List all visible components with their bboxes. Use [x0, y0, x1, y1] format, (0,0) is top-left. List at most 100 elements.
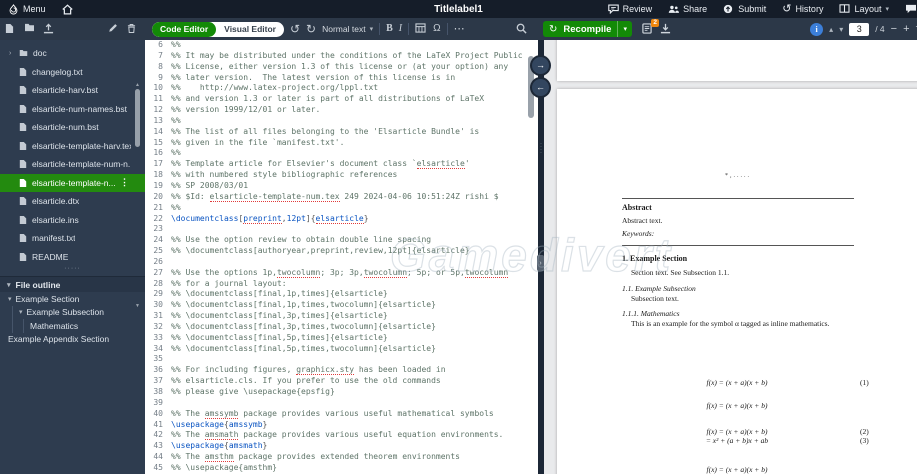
chevron-down-icon[interactable]: ▾ [8, 295, 12, 303]
code-line[interactable]: 30 %% \documentclass[final,1p,times,twoco… [145, 300, 538, 311]
divider-chevron-icon[interactable]: › [537, 255, 544, 271]
code-line[interactable]: 15 %% given in the file `manifest.txt'. [145, 138, 538, 149]
menu-button[interactable]: Menu [0, 0, 54, 18]
code-line[interactable]: 9 %% later version. The latest version of… [145, 73, 538, 84]
code-line[interactable]: 22 \documentclass[preprint,12pt]{elsartic… [145, 213, 538, 225]
submit-button[interactable]: Submit [715, 0, 774, 18]
expand-pdf-button[interactable]: → [532, 57, 549, 74]
file-menu-kebab-icon[interactable]: ⋮ [120, 177, 129, 188]
code-line[interactable]: 44%% The amsthm package provides extende… [145, 452, 538, 463]
review-button[interactable]: Review [600, 0, 661, 18]
code-line[interactable]: 8 %% License, either version 1.3 of this … [145, 62, 538, 73]
rename-pencil-button[interactable] [108, 23, 120, 35]
new-folder-button[interactable] [24, 23, 36, 35]
scroll-up-icon[interactable]: ▲ [135, 82, 140, 88]
code-line[interactable]: 27%% Use the options 1p,twocolumn; 3p; 3… [145, 267, 538, 279]
file-tree-item[interactable]: elsarticle-template-num-n... [0, 155, 145, 174]
code-line[interactable]: 37 %% elsarticle.cls. If you prefer to us… [145, 376, 538, 387]
file-tree-scrollbar[interactable] [135, 89, 140, 147]
outline-item[interactable]: Mathematics [0, 319, 145, 333]
next-page-button[interactable]: ▾ [839, 25, 843, 34]
code-line[interactable]: 25 %% \documentclass[authoryear,preprint,… [145, 246, 538, 257]
file-tree-item[interactable]: elsarticle-harv.bst [0, 81, 145, 100]
code-line[interactable]: 13%% [145, 116, 538, 127]
history-button[interactable]: ↺ History [774, 0, 831, 18]
code-line[interactable]: 10 %% http://www.latex-project.org/lppl.t… [145, 83, 538, 94]
code-line[interactable]: 24 %% Use the option review to obtain dou… [145, 235, 538, 246]
code-line[interactable]: 17 %% Template article for Elsevier's doc… [145, 159, 538, 170]
redo-button[interactable]: ↻ [306, 23, 316, 35]
new-file-button[interactable] [5, 23, 17, 35]
code-line[interactable]: 38 %% please give \usepackage{epsfig} [145, 387, 538, 398]
page-number-input[interactable] [849, 22, 870, 36]
code-line[interactable]: 43 \usepackage{amsmath} [145, 441, 538, 452]
code-line[interactable]: 45 %% \usepackage{amsthm} [145, 463, 538, 474]
code-line[interactable]: 31 %% \documentclass[final,3p,times]{elsa… [145, 311, 538, 322]
code-line[interactable]: 18 %% with numbered style bibliographic r… [145, 170, 538, 181]
italic-button[interactable]: I [399, 24, 402, 34]
file-tree-item[interactable]: manifest.txt [0, 229, 145, 248]
code-line[interactable]: 23 [145, 224, 538, 235]
previous-page-button[interactable]: ▴ [829, 25, 833, 34]
outline-item[interactable]: ▾ Example Subsection [0, 305, 145, 319]
code-line[interactable]: 21%% [145, 203, 538, 214]
code-line[interactable]: 39 [145, 398, 538, 409]
editor-mode-toggle[interactable]: Code Editor Visual Editor [152, 21, 284, 37]
code-line[interactable]: 29 %% \documentclass[final,1p,times]{elsa… [145, 289, 538, 300]
code-line[interactable]: 6%% [145, 40, 538, 51]
file-tree-item[interactable]: › doc [0, 44, 145, 63]
search-icon[interactable] [516, 23, 528, 35]
code-line[interactable]: 36%% For including figures, graphicx.sty… [145, 365, 538, 376]
code-line[interactable]: 7 %% It may be distributed under the cond… [145, 51, 538, 62]
code-editor[interactable]: 6%% 7%% It may be distributed under the c… [145, 40, 538, 474]
undo-button[interactable]: ↺ [290, 23, 300, 35]
file-tree-item[interactable]: elsarticle.ins [0, 211, 145, 230]
share-button[interactable]: Share [660, 0, 715, 18]
bold-button[interactable]: B [386, 24, 393, 34]
more-tools-button[interactable]: ⋯ [454, 23, 465, 35]
code-line[interactable]: 16%% [145, 148, 538, 159]
divider-drag-dots[interactable]: · · · · [539, 141, 543, 156]
code-line[interactable]: 20%% $Id: elsarticle-template-num.tex 24… [145, 191, 538, 203]
code-line[interactable]: 12 %% version 1999/12/01 or later. [145, 105, 538, 116]
file-tree-item[interactable]: elsarticle.dtx [0, 192, 145, 211]
code-line[interactable]: 28 %% for a journal layout: [145, 279, 538, 290]
outline-item[interactable]: Example Appendix Section [0, 333, 145, 347]
chevron-right-icon[interactable]: › [9, 50, 14, 57]
home-button[interactable] [54, 0, 81, 18]
pdf-preview-pane[interactable]: *,..... Abstract Abstract text. Keywords… [544, 40, 917, 474]
chevron-down-icon[interactable]: ▾ [19, 308, 23, 316]
chat-button[interactable] [897, 0, 917, 18]
info-icon[interactable]: i [810, 22, 824, 36]
code-line[interactable]: 42%% The amsmath package provides variou… [145, 430, 538, 441]
file-tree-item[interactable]: elsarticle-template-harv.tex [0, 137, 145, 156]
outline-item[interactable]: ▾ Example Section [0, 292, 145, 306]
paragraph-style-dropdown[interactable]: Normal text ▾ [322, 24, 373, 34]
code-line[interactable]: 34 %% \documentclass[final,5p,times,twoco… [145, 344, 538, 355]
download-pdf-button[interactable] [660, 23, 672, 35]
code-line[interactable]: 33 %% \documentclass[final,5p,times]{elsa… [145, 333, 538, 344]
zoom-out-button[interactable]: − [891, 23, 897, 35]
file-outline-header[interactable]: ▾ File outline [0, 276, 145, 292]
outline-resize-handle[interactable]: ····· [0, 265, 145, 276]
delete-trash-button[interactable] [127, 23, 139, 35]
code-line[interactable]: 32 %% \documentclass[final,3p,times,twoco… [145, 322, 538, 333]
code-line[interactable]: 26 [145, 257, 538, 268]
file-tree-item[interactable]: README [0, 248, 145, 267]
file-tree-item[interactable]: changelog.txt [0, 63, 145, 82]
logs-button[interactable]: 2 [642, 19, 659, 35]
insert-table-button[interactable] [415, 23, 427, 35]
recompile-button[interactable]: ↻ Recompile ▾ [543, 21, 632, 37]
code-line[interactable]: 35 [145, 354, 538, 365]
code-line[interactable]: 14 %% The list of all files belonging to … [145, 127, 538, 138]
insert-symbol-button[interactable]: Ω [433, 24, 440, 34]
file-tree-item[interactable]: elsarticle-template-n... ⋮ [0, 173, 145, 192]
code-editor-tab[interactable]: Code Editor [152, 21, 217, 37]
code-line[interactable]: 19 %% SP 2008/03/01 [145, 181, 538, 192]
expand-editor-button[interactable]: ← [532, 79, 549, 96]
upload-button[interactable] [43, 23, 55, 35]
file-tree-item[interactable]: elsarticle-num.bst [0, 118, 145, 137]
recompile-dropdown[interactable]: ▾ [617, 21, 632, 37]
code-line[interactable]: 41 \usepackage{amssymb} [145, 420, 538, 431]
layout-button[interactable]: Layout ▾ [831, 0, 897, 18]
